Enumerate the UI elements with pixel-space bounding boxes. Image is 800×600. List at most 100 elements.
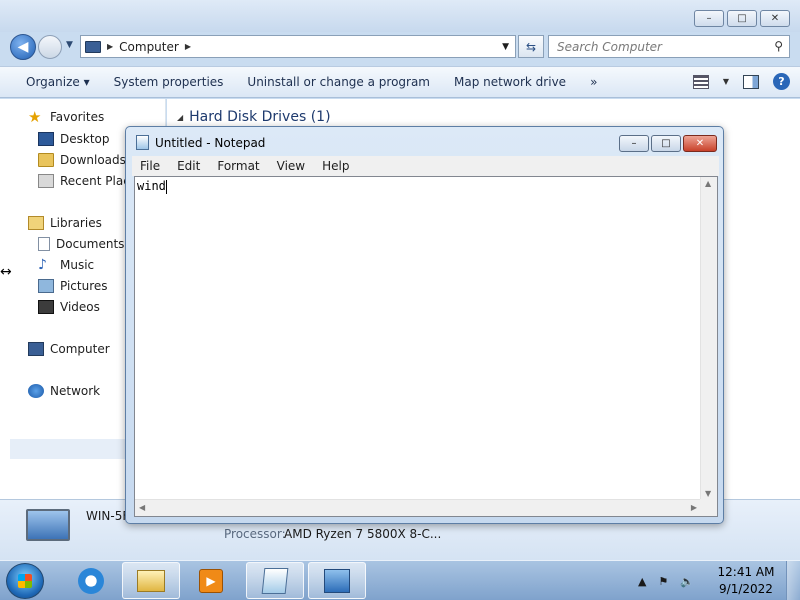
start-button[interactable]: [6, 563, 44, 599]
search-input[interactable]: Search Computer ⚲: [548, 35, 790, 58]
clock[interactable]: 12:41 AM 9/1/2022: [706, 564, 786, 598]
internet-explorer-icon: e: [78, 567, 104, 594]
breadcrumb-arrow-icon[interactable]: ▶: [185, 42, 191, 51]
show-desktop-button[interactable]: [786, 561, 800, 600]
change-view-icon[interactable]: [692, 74, 709, 89]
clock-time: 12:41 AM: [717, 565, 775, 579]
notepad-maximize-button[interactable]: □: [651, 135, 681, 152]
help-icon[interactable]: ?: [773, 73, 790, 90]
address-bar[interactable]: ▶ Computer ▶ ▼: [80, 35, 516, 58]
forward-button[interactable]: [38, 35, 62, 59]
refresh-button[interactable]: ⇆: [518, 35, 544, 58]
nav-music[interactable]: ♪ Music: [38, 258, 94, 272]
notepad-window: Untitled - Notepad – □ ✕ File Edit Forma…: [125, 126, 724, 524]
recent-places-icon: [38, 174, 54, 188]
system-tray: ▲ ⚑ 🔈 12:41 AM 9/1/2022: [638, 561, 800, 600]
menu-format[interactable]: Format: [217, 159, 259, 173]
notepad-text-area[interactable]: wind ▲ ▼ ◀ ▶: [134, 176, 718, 517]
nav-label: Music: [60, 258, 95, 272]
text-caret: [165, 179, 167, 194]
music-note-icon: ♪: [38, 257, 47, 273]
menu-file[interactable]: File: [140, 159, 160, 173]
maximize-button[interactable]: □: [727, 10, 757, 27]
size-grip[interactable]: [700, 499, 717, 516]
nav-label: Desktop: [60, 132, 110, 146]
windows-explorer-icon: [137, 569, 165, 592]
collapse-arrow-icon[interactable]: ◢: [177, 113, 183, 122]
group-header-hard-disk-drives[interactable]: ◢ Hard Disk Drives (1): [177, 109, 331, 125]
nav-label: Network: [50, 384, 101, 398]
volume-icon[interactable]: 🔈: [680, 575, 694, 588]
scroll-down-arrow-icon[interactable]: ▼: [705, 489, 711, 498]
command-bar: Organize ▾ System properties Uninstall o…: [0, 66, 800, 98]
close-button[interactable]: ✕: [760, 10, 790, 27]
mouse-cursor-icon: ↔: [0, 264, 12, 280]
notepad-minimize-button[interactable]: –: [619, 135, 649, 152]
computer-icon: [28, 342, 44, 356]
downloads-folder-icon: [38, 153, 54, 167]
recent-pages-dropdown[interactable]: ▼: [66, 40, 73, 50]
organize-button[interactable]: Organize ▾: [14, 75, 102, 89]
search-placeholder: Search Computer: [557, 39, 662, 54]
minimize-button[interactable]: –: [694, 10, 724, 27]
breadcrumb-computer[interactable]: Computer: [119, 40, 179, 54]
taskbar-network[interactable]: [308, 562, 366, 599]
taskbar: e ▶ ▲ ⚑ 🔈 12:41 AM 9/1/2022: [0, 560, 800, 600]
computer-name: WIN-5F: [86, 509, 130, 523]
nav-favorites[interactable]: ★ Favorites: [28, 109, 104, 125]
scroll-right-arrow-icon[interactable]: ▶: [691, 503, 697, 512]
search-icon[interactable]: ⚲: [774, 39, 783, 53]
notepad-titlebar[interactable]: Untitled - Notepad: [136, 135, 265, 150]
nav-label: Documents: [56, 237, 125, 251]
taskbar-media-player[interactable]: ▶: [182, 562, 240, 599]
nav-label: Videos: [60, 300, 100, 314]
action-center-flag-icon[interactable]: ⚑: [658, 575, 668, 588]
show-hidden-icons-icon[interactable]: ▲: [638, 575, 646, 588]
taskbar-windows-explorer[interactable]: [122, 562, 180, 599]
nav-label: Libraries: [50, 216, 102, 230]
nav-documents[interactable]: Documents: [38, 237, 124, 251]
nav-label: Computer: [50, 342, 110, 356]
menu-edit[interactable]: Edit: [177, 159, 200, 173]
nav-downloads[interactable]: Downloads: [38, 153, 126, 167]
back-button[interactable]: ◀: [10, 34, 36, 60]
network-icon: [324, 568, 350, 593]
documents-icon: [38, 237, 50, 251]
vertical-scrollbar[interactable]: ▲ ▼: [700, 177, 717, 500]
taskbar-internet-explorer[interactable]: e: [62, 562, 120, 599]
nav-recent-places[interactable]: Recent Place: [38, 174, 137, 188]
taskbar-notepad[interactable]: [246, 562, 304, 599]
explorer-titlebar[interactable]: – □ ✕: [0, 0, 800, 32]
more-commands-button[interactable]: »: [578, 75, 609, 89]
map-network-drive-button[interactable]: Map network drive: [442, 75, 578, 89]
nav-computer[interactable]: Computer: [28, 342, 110, 356]
nav-label: Favorites: [50, 110, 105, 124]
nav-libraries[interactable]: Libraries: [28, 216, 102, 230]
notepad-text-content[interactable]: wind: [137, 179, 167, 194]
menu-view[interactable]: View: [277, 159, 305, 173]
processor-value: AMD Ryzen 7 5800X 8-C...: [284, 527, 442, 541]
menu-help[interactable]: Help: [322, 159, 349, 173]
address-dropdown-icon[interactable]: ▼: [502, 42, 509, 52]
view-dropdown-icon[interactable]: ▼: [723, 77, 729, 86]
group-header-label: Hard Disk Drives (1): [189, 109, 331, 125]
breadcrumb-arrow-icon[interactable]: ▶: [107, 42, 113, 51]
navigation-bar: ◀ ▼ ▶ Computer ▶ ▼ ⇆ Search Computer ⚲: [0, 32, 800, 62]
scroll-left-arrow-icon[interactable]: ◀: [139, 503, 145, 512]
pictures-icon: [38, 279, 54, 293]
nav-desktop[interactable]: Desktop: [38, 132, 110, 146]
scroll-up-arrow-icon[interactable]: ▲: [705, 179, 711, 188]
network-globe-icon: [28, 384, 44, 398]
nav-network[interactable]: Network: [28, 384, 100, 398]
computer-monitor-icon: [26, 509, 70, 541]
nav-pictures[interactable]: Pictures: [38, 279, 108, 293]
notepad-icon: [136, 135, 149, 150]
computer-icon: [85, 40, 101, 53]
preview-pane-icon[interactable]: [743, 74, 759, 89]
uninstall-program-button[interactable]: Uninstall or change a program: [235, 75, 442, 89]
nav-videos[interactable]: Videos: [38, 300, 100, 314]
system-properties-button[interactable]: System properties: [102, 75, 236, 89]
horizontal-scrollbar[interactable]: ◀ ▶: [135, 499, 701, 516]
notepad-close-button[interactable]: ✕: [683, 135, 717, 152]
nav-label: Pictures: [60, 279, 108, 293]
